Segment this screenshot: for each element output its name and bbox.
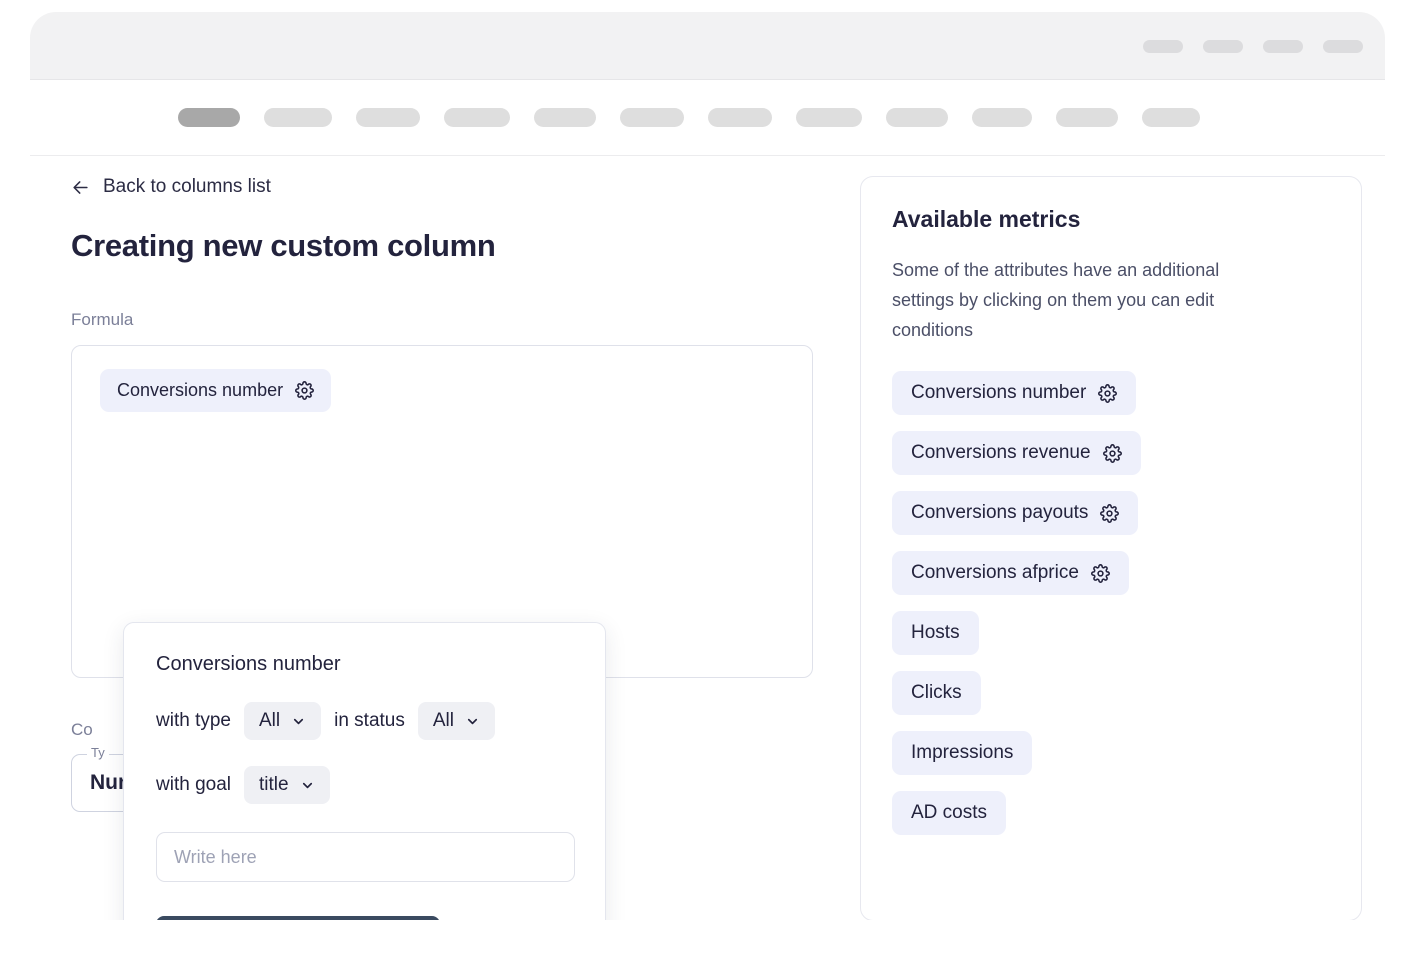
chevron-down-icon — [465, 714, 480, 729]
apply-button[interactable]: Apply — [156, 916, 440, 920]
with-goal-label: with goal — [156, 774, 231, 796]
metric-chip-label: AD costs — [911, 802, 987, 824]
metric-chip-label: Conversions afprice — [911, 562, 1079, 584]
gear-icon[interactable] — [1103, 444, 1122, 463]
popup-title: Conversions number — [156, 653, 573, 676]
back-to-columns-list-link[interactable]: Back to columns list — [71, 176, 271, 198]
chevron-down-icon — [300, 778, 315, 793]
topbar-placeholder-pill — [1143, 40, 1183, 53]
formula-chip-label: Conversions number — [117, 380, 283, 401]
goal-condition-value: title — [259, 774, 289, 796]
metric-chip[interactable]: Conversions revenue — [892, 431, 1141, 475]
metric-chip[interactable]: Impressions — [892, 731, 1032, 775]
nav-pill-1[interactable] — [264, 108, 332, 127]
condition-row-goal: with goal title — [156, 766, 573, 804]
main-navigation-bar — [30, 80, 1385, 156]
nav-pill-8[interactable] — [886, 108, 948, 127]
gear-icon[interactable] — [1098, 384, 1117, 403]
metric-chip-label: Conversions revenue — [911, 442, 1091, 464]
available-metrics-panel: Available metrics Some of the attributes… — [860, 176, 1362, 920]
available-metrics-description: Some of the attributes have an additiona… — [892, 255, 1284, 345]
metric-chip-label: Clicks — [911, 682, 962, 704]
nav-pill-7[interactable] — [796, 108, 862, 127]
popup-action-row: Apply Clear — [156, 916, 573, 920]
type-condition-select[interactable]: All — [244, 702, 321, 740]
metric-chip[interactable]: Conversions afprice — [892, 551, 1129, 595]
available-metrics-list: Conversions number Conversions revenue Con… — [892, 371, 1330, 835]
metric-chip-label: Impressions — [911, 742, 1013, 764]
gear-icon[interactable] — [295, 381, 314, 400]
chevron-down-icon — [291, 714, 306, 729]
goal-condition-select[interactable]: title — [244, 766, 330, 804]
in-status-label: in status — [334, 710, 405, 732]
gear-icon[interactable] — [1100, 504, 1119, 523]
browser-window: Back to columns list Creating new custom… — [30, 12, 1385, 920]
nav-pill-5[interactable] — [620, 108, 684, 127]
topbar-placeholder-pill — [1203, 40, 1243, 53]
nav-pill-6[interactable] — [708, 108, 772, 127]
nav-pill-10[interactable] — [1056, 108, 1118, 127]
condition-row-type-status: with type All in status All — [156, 702, 573, 740]
metric-chip[interactable]: Clicks — [892, 671, 981, 715]
metric-chip[interactable]: Conversions payouts — [892, 491, 1138, 535]
type-select-float-label: Ty — [87, 745, 109, 760]
screenshot-root: Back to columns list Creating new custom… — [0, 0, 1414, 960]
nav-pill-11[interactable] — [1142, 108, 1200, 127]
metric-chip-label: Conversions number — [911, 382, 1086, 404]
topbar-placeholder-pill — [1263, 40, 1303, 53]
nav-pill-4[interactable] — [534, 108, 596, 127]
status-condition-value: All — [433, 710, 454, 732]
type-condition-value: All — [259, 710, 280, 732]
formula-label: Formula — [71, 310, 831, 330]
page-body: Back to columns list Creating new custom… — [30, 156, 1385, 920]
nav-pill-0[interactable] — [178, 108, 240, 127]
metric-chip-label: Hosts — [911, 622, 960, 644]
nav-pill-2[interactable] — [356, 108, 420, 127]
with-type-label: with type — [156, 710, 231, 732]
nav-pill-9[interactable] — [972, 108, 1032, 127]
formula-chip-conversions-number[interactable]: Conversions number — [100, 369, 331, 412]
goal-value-input[interactable] — [156, 832, 575, 882]
browser-topbar — [30, 12, 1385, 80]
nav-pill-3[interactable] — [444, 108, 510, 127]
arrow-left-icon — [71, 178, 90, 197]
browser-topbar-placeholders — [1143, 40, 1363, 53]
status-condition-select[interactable]: All — [418, 702, 495, 740]
metric-chip-label: Conversions payouts — [911, 502, 1088, 524]
back-link-label: Back to columns list — [103, 176, 271, 198]
metric-chip[interactable]: Conversions number — [892, 371, 1136, 415]
gear-icon[interactable] — [1091, 564, 1110, 583]
topbar-placeholder-pill — [1323, 40, 1363, 53]
metric-chip[interactable]: AD costs — [892, 791, 1006, 835]
available-metrics-title: Available metrics — [892, 206, 1330, 233]
metric-settings-popup: Conversions number with type All in stat… — [123, 622, 606, 920]
metric-chip[interactable]: Hosts — [892, 611, 979, 655]
page-title: Creating new custom column — [71, 228, 831, 264]
